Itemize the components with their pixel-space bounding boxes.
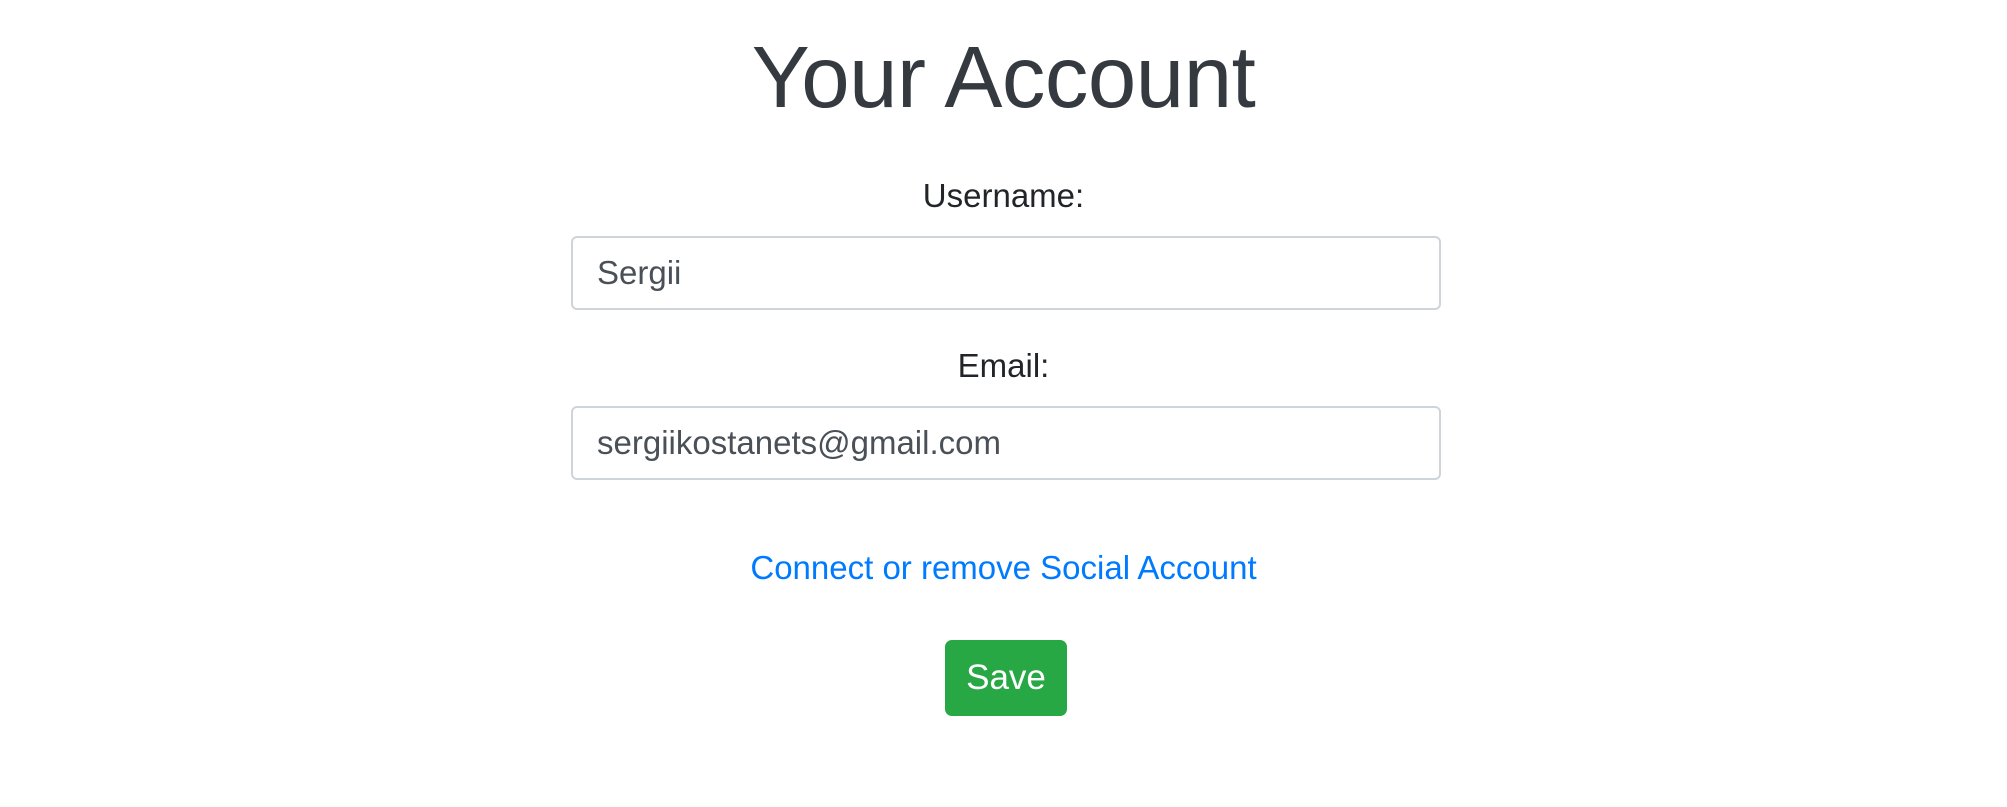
account-page: Your Account Username: Email: Connect or… (0, 0, 2007, 807)
page-title: Your Account (751, 29, 1256, 126)
save-button[interactable]: Save (945, 640, 1067, 716)
username-input[interactable] (571, 236, 1441, 310)
email-label: Email: (957, 347, 1050, 384)
username-label: Username: (922, 177, 1085, 214)
email-input[interactable] (571, 406, 1441, 480)
connect-social-account-link[interactable]: Connect or remove Social Account (750, 549, 1256, 586)
social-account-link-row: Connect or remove Social Account (0, 548, 2007, 588)
